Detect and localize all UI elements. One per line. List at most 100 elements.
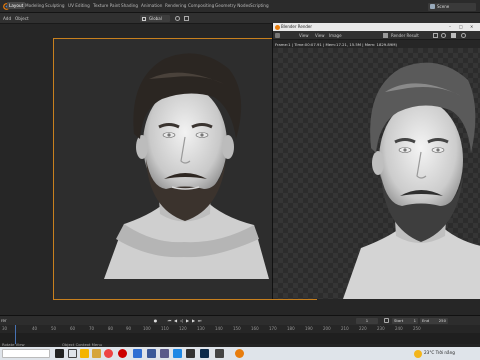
workspace-tab-rendering[interactable]: Rendering [165,3,186,8]
render-window-title: Blender Render [281,24,313,29]
image-icon [383,33,388,38]
jump-end-icon[interactable]: ⏭ [197,318,202,323]
render-result-image[interactable] [273,48,480,299]
ruler-tick: 240 [395,326,403,331]
workspace-tab-compositing[interactable]: Compositing [188,3,214,8]
end-label: End [422,318,430,323]
ruler-tick: 130 [197,326,205,331]
os-taskbar: 23°C Trời nắng [0,347,480,360]
view-menu-1[interactable]: View [299,33,309,38]
blender-small-icon [275,24,280,30]
jump-start-icon[interactable]: ⏮ [167,318,172,323]
workspace-tab-uv-editing[interactable]: UV Editing [68,3,90,8]
maximize-icon[interactable]: □ [459,24,463,29]
start-value: 1 [413,318,416,323]
workspace-tab-shading[interactable]: Shading [121,3,138,8]
ruler-tick: 40 [32,326,38,331]
next-keyframe-icon[interactable]: ▶ [191,318,196,323]
photoshop-icon[interactable] [200,349,209,358]
weather-icon [414,349,422,358]
scene-icon [430,4,435,9]
app-icon-3[interactable] [160,349,169,358]
ruler-tick: 220 [359,326,367,331]
explorer-icon[interactable] [80,349,89,358]
app-icon-4[interactable] [173,349,182,358]
task-view-icon[interactable] [68,349,77,358]
timeline-editor: rer ● ⏮ ◀ ◁ ▶ ▶ ⏭ 1 Start 1 End 250 30 4… [0,315,480,347]
ruler-tick: 200 [323,326,331,331]
ruler-tick: 180 [287,326,295,331]
ruler-tick: 60 [70,326,76,331]
ruler-tick: 70 [89,326,95,331]
ruler-tick: 80 [108,326,114,331]
ruler-tick: 110 [161,326,169,331]
close-icon[interactable]: ✕ [470,24,473,29]
ruler-tick: 50 [51,326,57,331]
render-window-titlebar[interactable]: Blender Render – □ ✕ [273,23,480,31]
display-channels-icon[interactable] [451,33,456,38]
minimize-icon[interactable]: – [449,24,451,29]
blender-taskbar-icon[interactable] [235,349,244,358]
play-icon[interactable]: ▶ [185,318,190,323]
copy-icon[interactable] [433,33,438,38]
render-stats: Frame:1 | Time:00:07.91 | Mem:17.21, 15.… [275,41,398,47]
editor-type-icon[interactable] [275,33,280,38]
end-value: 250 [438,318,446,323]
ruler-tick: 190 [305,326,313,331]
workspace-tab-sculpting[interactable]: Sculpting [45,3,65,8]
ruler-tick: 100 [143,326,151,331]
render-slot-select[interactable]: Render Result [391,33,419,38]
orientation-icon [142,16,146,21]
preview-range-icon[interactable] [384,318,389,323]
current-frame-field[interactable]: 1 [356,317,378,324]
timeline-controls: rer ● ⏮ ◀ ◁ ▶ ▶ ⏭ 1 Start 1 End 250 [0,316,480,325]
prev-keyframe-icon[interactable]: ◀ [173,318,178,323]
image-menu[interactable]: Image [329,33,342,38]
workspace-tab-layout[interactable]: Layout [7,2,26,9]
blender-window: Layout Modeling Sculpting UV Editing Tex… [0,0,480,360]
file-manager-icon[interactable] [92,349,101,358]
ruler-tick: 250 [413,326,421,331]
scene-name: Scene [437,4,450,9]
workspace-tab-texture-paint[interactable]: Texture Paint [93,3,120,8]
view-menu-2[interactable]: View [315,33,325,38]
app-icon-5[interactable] [186,349,195,358]
chrome-icon[interactable] [104,349,113,358]
app-icon-6[interactable] [215,349,224,358]
snap-icon[interactable] [175,16,180,21]
ruler-tick: 170 [269,326,277,331]
ruler-tick: 160 [251,326,259,331]
render-window: Blender Render – □ ✕ View View Image Ren… [272,23,480,299]
timeline-ruler[interactable]: 30 40 50 60 70 80 90 100 110 120 130 140… [0,325,480,333]
ruler-tick: 30 [2,326,8,331]
record-icon[interactable]: ● [153,318,158,323]
app-icon-1[interactable] [133,349,142,358]
ruler-tick: 140 [215,326,223,331]
timeline-left-label: rer [1,318,7,323]
opera-icon[interactable] [118,349,127,358]
transform-orientation-dropdown[interactable]: Global [140,15,170,22]
play-reverse-icon[interactable]: ◁ [179,318,184,323]
workspace-tab-modeling[interactable]: Modeling [25,3,44,8]
object-menu[interactable]: Object [15,16,29,21]
workspace-tab-scripting[interactable]: Scripting [250,3,269,8]
workspace-tab-geometry-nodes[interactable]: Geometry Nodes [215,3,250,8]
app-icon-2[interactable] [147,349,156,358]
weather-text: 23°C Trời nắng [424,350,455,355]
end-frame-field[interactable]: End 250 [420,317,448,324]
ruler-tick: 90 [126,326,132,331]
ruler-tick: 120 [179,326,187,331]
workspace-tab-animation[interactable]: Animation [141,3,162,8]
render-toolbar: View View Image Render Result [273,31,480,40]
add-menu[interactable]: Add [3,16,11,21]
proportional-edit-icon[interactable] [184,16,189,21]
search-bar[interactable] [2,349,50,358]
ruler-tick: 230 [377,326,385,331]
start-frame-field[interactable]: Start 1 [392,317,418,324]
orientation-label: Global [149,16,162,21]
pin-icon[interactable] [441,33,446,38]
scene-selector[interactable]: Scene [428,3,476,11]
start-icon[interactable] [55,349,64,358]
settings-icon[interactable] [461,33,466,38]
top-bar: Layout Modeling Sculpting UV Editing Tex… [0,0,480,13]
